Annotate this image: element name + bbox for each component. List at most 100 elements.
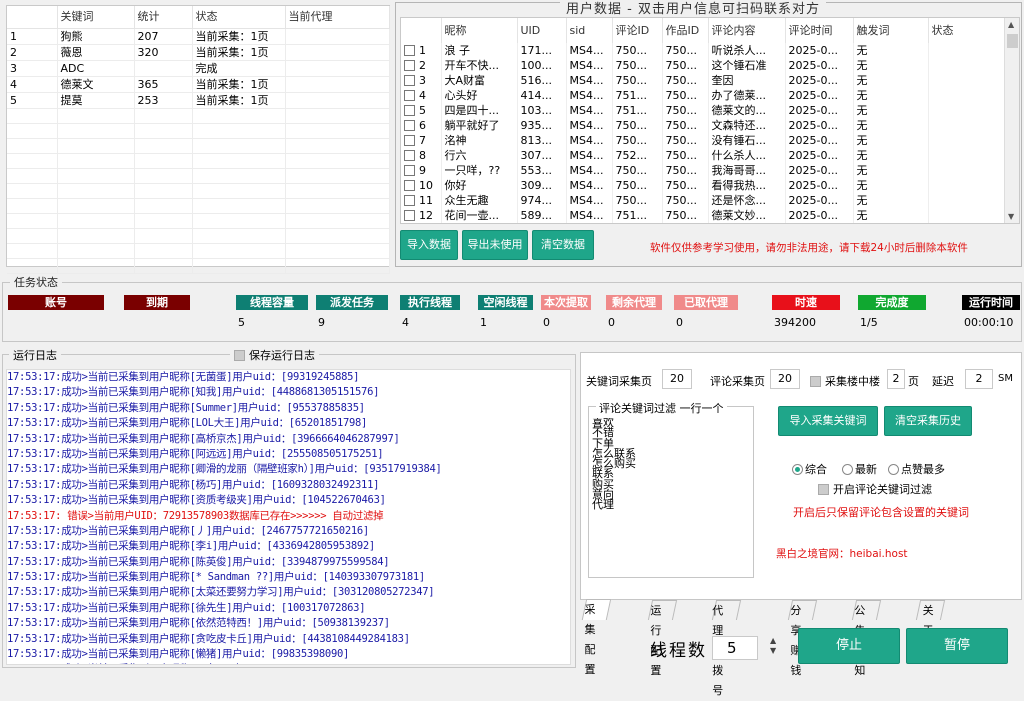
table-row[interactable]: 3 ADC 完成 — [7, 60, 390, 77]
enable-filter-checkbox[interactable]: 开启评论关键词过滤 — [818, 481, 932, 497]
radio-off-icon[interactable] — [842, 464, 853, 475]
table-row[interactable] — [7, 228, 390, 244]
user-data-scrollbar[interactable]: ▲ ▼ — [1004, 18, 1019, 223]
table-row[interactable] — [7, 243, 390, 259]
ud-col-4[interactable]: 评论ID — [612, 18, 663, 43]
table-row[interactable]: 6 躺平就好了 935... MS4... 750... 750... 文森特还... 202… — [401, 118, 1006, 133]
checkbox-icon[interactable] — [404, 105, 415, 116]
checkbox-icon[interactable] — [404, 150, 415, 161]
checkbox-icon[interactable] — [404, 195, 415, 206]
table-row[interactable]: 10 你好 309... MS4... 750... 750... 看得我热... 2025-… — [401, 178, 1006, 193]
stop-button[interactable]: 停止 — [798, 628, 900, 664]
radio-on-icon[interactable] — [792, 464, 803, 475]
table-row[interactable]: 3 大A财富 516... MS4... 750... 750... 奎因 2025-0...… — [401, 73, 1006, 88]
user-data-table[interactable]: 昵称 UID sid 评论ID 作品ID 评论内容 评论时间 触发词 状态 1 浪 子 171...… — [400, 17, 1020, 224]
ud-col-2[interactable]: UID — [517, 18, 567, 43]
tab-run-config[interactable]: 运行配置 — [647, 600, 678, 677]
table-row[interactable] — [7, 108, 390, 124]
ud-col-3[interactable]: sid — [566, 18, 613, 43]
run-log-box[interactable]: 17:53:17:成功>当前已采集到用户昵称[无菌蛋]用户uid：[993192… — [6, 369, 571, 665]
radio-off-icon[interactable] — [888, 464, 899, 475]
checkbox-icon[interactable] — [404, 75, 415, 86]
export-unused-button[interactable]: 导出未使用 — [462, 230, 528, 260]
filter-words-textarea[interactable]: 喜欢 不错 下单 怎么联系 怎么购买 联系 购买 意向 代理 — [592, 418, 750, 574]
table-row[interactable] — [7, 258, 390, 274]
import-keywords-button[interactable]: 导入采集关键词 — [778, 406, 878, 436]
table-row[interactable]: 7 洺神 813... MS4... 750... 750... 没有锤石... 2025-0… — [401, 133, 1006, 148]
kw-col-keyword[interactable]: 关键词 — [57, 6, 135, 29]
radio-like[interactable]: 点赞最多 — [888, 461, 945, 477]
ud-col-0[interactable] — [401, 18, 442, 43]
clear-data-button[interactable]: 清空数据 — [532, 230, 594, 260]
table-row[interactable]: 5 四是四十... 103... MS4... 751... 750... 德莱文的... 2… — [401, 103, 1006, 118]
ud-col-6[interactable]: 评论内容 — [708, 18, 786, 43]
checkbox-icon[interactable] — [404, 165, 415, 176]
tab-about[interactable]: 关于 — [915, 600, 946, 637]
table-row[interactable]: 4 心头好 414... MS4... 751... 750... 办了德莱... 2025-… — [401, 88, 1006, 103]
checkbox-icon[interactable] — [404, 210, 415, 221]
table-row[interactable]: 9 一只咩，?? 553... MS4... 750... 750... 我海哥哥... 20… — [401, 163, 1006, 178]
ud-cell-select[interactable]: 5 — [401, 103, 442, 118]
checkbox-icon[interactable] — [404, 90, 415, 101]
pause-button[interactable]: 暂停 — [906, 628, 1008, 664]
table-row[interactable]: 1 狗熊 207 当前采集：1页 — [7, 28, 390, 45]
ud-cell-select[interactable]: 7 — [401, 133, 442, 148]
ud-cell-select[interactable]: 6 — [401, 118, 442, 133]
ud-col-9[interactable]: 状态 — [928, 18, 1006, 43]
save-log-checkbox[interactable]: 保存运行日志 — [230, 347, 319, 363]
table-row[interactable] — [7, 123, 390, 139]
table-row[interactable]: 11 众生无趣 974... MS4... 750... 750... 还是怀念... 202… — [401, 193, 1006, 208]
tab-announcement[interactable]: 公告通知 — [851, 600, 882, 677]
checkbox-icon[interactable] — [818, 484, 829, 495]
table-row[interactable] — [7, 138, 390, 154]
table-row[interactable]: 2 开车不快... 100... MS4... 750... 750... 这个锤石准 202… — [401, 58, 1006, 73]
table-row[interactable]: 8 行六 307... MS4... 752... 750... 什么杀人... 2025-0… — [401, 148, 1006, 163]
ud-cell-select[interactable]: 4 — [401, 88, 442, 103]
ud-cell-select[interactable]: 8 — [401, 148, 442, 163]
radio-new[interactable]: 最新 — [842, 461, 877, 477]
kw-col-proxy[interactable]: 当前代理 — [285, 6, 390, 29]
ud-col-7[interactable]: 评论时间 — [785, 18, 854, 43]
ud-col-1[interactable]: 昵称 — [441, 18, 518, 43]
spin-up-icon[interactable]: ▲ — [770, 636, 776, 646]
ud-cell-select[interactable]: 9 — [401, 163, 442, 178]
tab-share-earn[interactable]: 分享赚钱 — [787, 600, 818, 677]
checkbox-icon[interactable] — [404, 135, 415, 146]
floor-checkbox[interactable]: 采集楼中楼 — [810, 373, 880, 389]
cm-pages-input[interactable]: 20 — [770, 369, 800, 389]
kw-col-status[interactable]: 状态 — [192, 6, 286, 29]
checkbox-icon[interactable] — [234, 350, 245, 361]
tab-collect-config[interactable]: 采集配置 — [581, 599, 612, 676]
ud-cell-select[interactable]: 12 — [401, 208, 442, 223]
ud-cell-select[interactable]: 10 — [401, 178, 442, 193]
clear-history-button[interactable]: 清空采集历史 — [884, 406, 972, 436]
checkbox-icon[interactable] — [404, 60, 415, 71]
table-row[interactable] — [7, 153, 390, 169]
kw-pages-input[interactable]: 20 — [662, 369, 692, 389]
ud-col-5[interactable]: 作品ID — [662, 18, 709, 43]
ud-cell-select[interactable]: 3 — [401, 73, 442, 88]
thread-count-input[interactable]: 5 — [712, 636, 758, 660]
checkbox-icon[interactable] — [404, 180, 415, 191]
table-row[interactable]: 12 花间一壶... 589... MS4... 751... 750... 德莱文妙...… — [401, 208, 1006, 223]
checkbox-icon[interactable] — [404, 45, 415, 56]
table-row[interactable] — [7, 183, 390, 199]
tab-proxy-dial[interactable]: 代理与拨号 — [711, 600, 742, 697]
table-row[interactable]: 5 提莫 253 当前采集：1页 — [7, 92, 390, 109]
table-row[interactable]: 1浪 子 171... MS4... 750... 750... 听说杀人... 2025-… — [401, 43, 1006, 58]
kw-col-count[interactable]: 统计 — [134, 6, 193, 29]
ud-cell-select[interactable]: 2 — [401, 58, 442, 73]
ud-cell-select[interactable]: 11 — [401, 193, 442, 208]
ud-cell-select[interactable]: 1 — [401, 43, 442, 58]
table-row[interactable] — [7, 213, 390, 229]
spin-down-icon[interactable]: ▼ — [770, 646, 776, 656]
floor-input[interactable]: 2 — [887, 369, 905, 389]
table-row[interactable] — [7, 198, 390, 214]
thread-spinner[interactable]: ▲ ▼ — [770, 636, 776, 656]
radio-all[interactable]: 综合 — [792, 461, 827, 477]
delay-input[interactable]: 2 — [965, 369, 993, 389]
ud-col-8[interactable]: 触发词 — [853, 18, 929, 43]
table-row[interactable]: 4 德莱文 365 当前采集：1页 — [7, 76, 390, 93]
checkbox-icon[interactable] — [404, 120, 415, 131]
import-data-button[interactable]: 导入数据 — [400, 230, 458, 260]
